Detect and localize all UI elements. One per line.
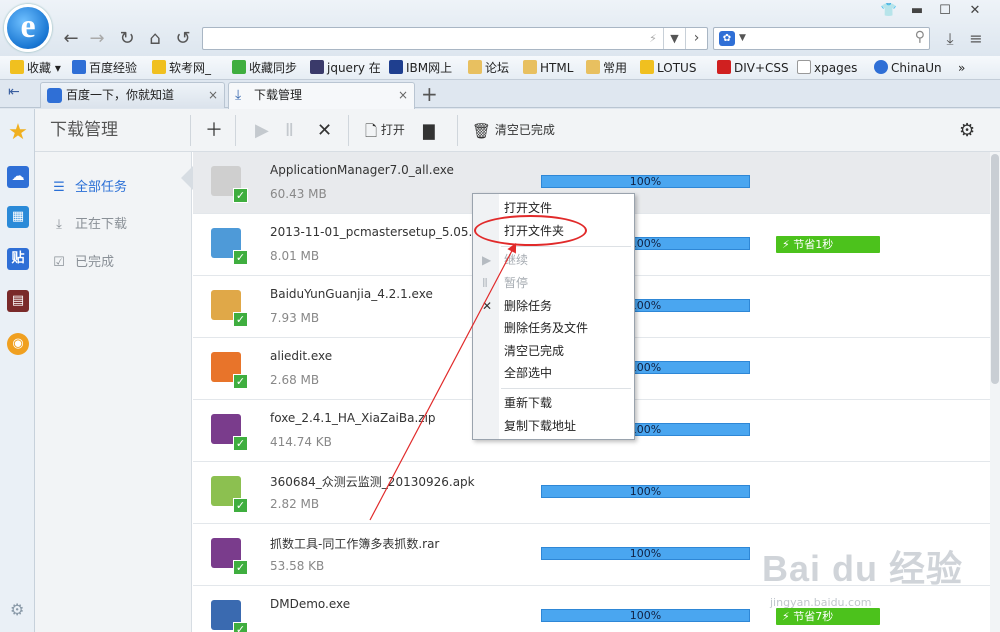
annotation-arrow-line <box>369 242 517 521</box>
annotation-arrow <box>369 242 517 521</box>
watermark-url: jingyan.baidu.com <box>770 596 872 609</box>
baidu-jingyan-watermark: Bai du 经验 <box>762 548 964 589</box>
